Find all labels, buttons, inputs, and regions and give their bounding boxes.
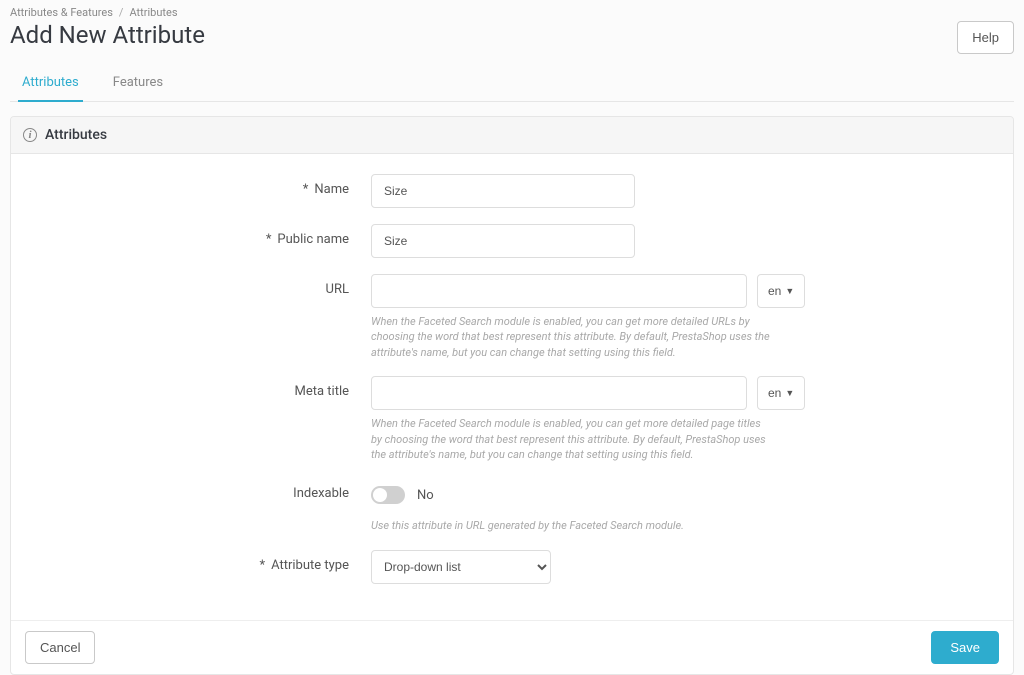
cancel-button[interactable]: Cancel [25,631,95,664]
url-input[interactable] [371,274,747,308]
tab-attributes[interactable]: Attributes [18,65,83,102]
meta-title-help-text: When the Faceted Search module is enable… [371,416,771,462]
indexable-state-label: No [417,488,434,503]
label-attribute-type: *Attribute type [31,550,371,573]
public-name-input[interactable] [371,224,635,258]
breadcrumb-current: Attributes [129,6,177,19]
help-button[interactable]: Help [957,21,1014,54]
breadcrumb-separator: / [119,6,124,19]
label-indexable: Indexable [31,478,371,501]
page-title: Add New Attribute [10,21,205,49]
caret-down-icon: ▼ [785,388,794,398]
name-input[interactable] [371,174,635,208]
label-name: *Name [31,174,371,197]
indexable-toggle[interactable] [371,486,405,504]
caret-down-icon: ▼ [785,286,794,296]
meta-title-input[interactable] [371,376,747,410]
url-help-text: When the Faceted Search module is enable… [371,314,771,360]
panel-attributes: i Attributes *Name *Public name [10,116,1014,675]
label-public-name: *Public name [31,224,371,247]
label-meta-title: Meta title [31,376,371,399]
tabs: Attributes Features [10,64,1014,102]
panel-footer: Cancel Save [11,620,1013,674]
info-icon: i [23,128,37,142]
indexable-help-text: Use this attribute in URL generated by t… [371,518,684,533]
breadcrumb: Attributes & Features / Attributes [10,6,1014,19]
panel-header: i Attributes [11,117,1013,154]
meta-title-lang-selector[interactable]: en▼ [757,376,805,410]
save-button[interactable]: Save [931,631,999,664]
url-lang-selector[interactable]: en▼ [757,274,805,308]
tab-features[interactable]: Features [109,65,167,102]
breadcrumb-parent[interactable]: Attributes & Features [10,6,113,19]
label-url: URL [31,274,371,297]
attribute-type-select[interactable]: Drop-down list [371,550,551,584]
panel-title: Attributes [45,127,107,143]
